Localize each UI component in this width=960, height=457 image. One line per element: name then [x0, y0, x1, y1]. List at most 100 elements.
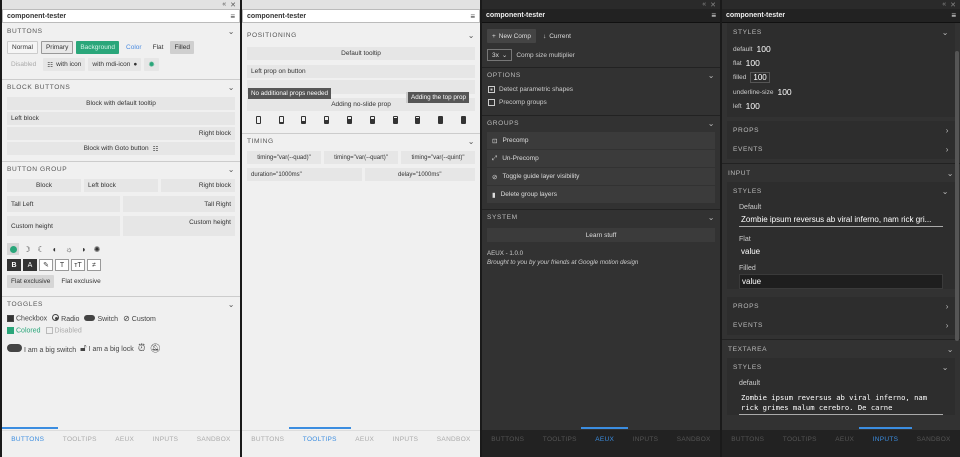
menu-icon[interactable]: ≡	[230, 12, 235, 21]
new-comp-button[interactable]: + New Comp	[487, 29, 536, 43]
flat-exclusive-button-2[interactable]: Flat exclusive	[57, 275, 104, 288]
section-header-timing[interactable]: TIMING ⌄	[242, 133, 480, 149]
close-icon[interactable]: ✕	[710, 1, 716, 9]
timing-quad-button[interactable]: timing="var(--quad)"	[247, 151, 321, 164]
tab-sandbox[interactable]: SANDBOX	[435, 432, 473, 447]
scrollbar[interactable]	[955, 51, 959, 341]
tall-left-button[interactable]: Tall Left	[7, 196, 120, 212]
detect-shapes-checkbox[interactable]: Detect parametric shapes	[482, 83, 720, 96]
big-switch-toggle[interactable]: I am a big switch	[7, 343, 76, 354]
section-header-buttons[interactable]: BUTTONS ⌄	[2, 23, 240, 39]
right-block-button[interactable]: Right block	[7, 127, 235, 140]
timing-quint-button[interactable]: timing="var(--quint)"	[401, 151, 475, 164]
background-button[interactable]: Background	[76, 41, 120, 54]
custom-height-right-button[interactable]: Custom height	[122, 216, 235, 236]
color-button[interactable]: Color	[122, 41, 146, 54]
filled-button[interactable]: Filled	[170, 41, 194, 54]
text-height-icon[interactable]: тT	[71, 259, 85, 271]
collapse-icon[interactable]: «	[222, 1, 226, 8]
colored-toggle[interactable]: Colored	[7, 327, 41, 334]
tall-right-button[interactable]: Tall Right	[122, 196, 235, 212]
battery-10-icon[interactable]	[278, 116, 284, 124]
brightness-icon[interactable]: ☼	[63, 243, 75, 255]
delete-group-layers-button[interactable]: ▮ Delete group layers	[487, 186, 715, 203]
precomp-button[interactable]: ⊡ Precomp	[487, 132, 715, 149]
section-header-input[interactable]: INPUT ⌄	[722, 163, 960, 182]
section-header-textarea-styles[interactable]: STYLES ⌄	[727, 358, 955, 377]
toggle-guide-button[interactable]: ⊘ Toggle guide layer visibility	[487, 168, 715, 185]
tab-tooltips[interactable]: TOOLTIPS	[61, 432, 99, 447]
checkbox-toggle[interactable]: Checkbox	[7, 314, 47, 322]
settings-icon[interactable]: ✺	[91, 243, 103, 255]
mdi-icon-button[interactable]: with mdi-icon ●	[88, 58, 142, 71]
style-value[interactable]: 100	[746, 101, 760, 111]
tab-tooltips[interactable]: TOOLTIPS	[288, 427, 351, 447]
tab-aeux[interactable]: AEUX	[581, 426, 629, 447]
battery-50-icon[interactable]	[347, 116, 353, 124]
tab-sandbox[interactable]: SANDBOX	[195, 432, 233, 447]
group-block-button[interactable]: Block	[7, 179, 81, 192]
section-header-options[interactable]: OPTIONS ⌄	[482, 67, 720, 83]
tab-aeux[interactable]: AEUX	[113, 432, 136, 447]
tab-buttons[interactable]: BUTTONS	[489, 432, 526, 447]
section-header-input-props[interactable]: PROPS ›	[727, 297, 955, 316]
tab-aeux[interactable]: AEUX	[833, 432, 856, 447]
radio-toggle[interactable]: Radio	[52, 314, 79, 323]
section-header-block-buttons[interactable]: BLOCK BUTTONS ⌄	[2, 79, 240, 95]
section-header-input-events[interactable]: EVENTS ›	[727, 316, 955, 335]
input-filled-field[interactable]: value	[739, 274, 943, 289]
menu-icon[interactable]: ≡	[470, 12, 475, 21]
battery-70-icon[interactable]	[392, 116, 398, 124]
section-header-groups[interactable]: GROUPS ⌄	[482, 115, 720, 131]
textarea-default-field[interactable]: Zombie ipsum reversus ab viral inferno, …	[739, 391, 943, 415]
half-circle-icon[interactable]: ◑	[77, 243, 89, 255]
menu-icon[interactable]: ≡	[951, 11, 956, 20]
gear-button[interactable]: ✹	[144, 58, 159, 71]
tab-buttons[interactable]: BUTTONS	[729, 432, 766, 447]
section-header-styles[interactable]: STYLES ⌄	[727, 23, 955, 42]
style-value[interactable]: 100	[757, 44, 771, 54]
strikethrough-icon[interactable]: ≠	[87, 259, 101, 271]
moon-outline-icon[interactable]: ☾	[35, 243, 47, 255]
flat-exclusive-button-1[interactable]: Flat exclusive	[7, 275, 55, 288]
format-title-icon[interactable]: T	[55, 259, 69, 271]
close-icon[interactable]: ✕	[950, 1, 956, 9]
group-right-block-button[interactable]: Right block	[161, 179, 235, 192]
timing-quart-button[interactable]: timing="var(--quart)"	[324, 151, 398, 164]
tab-inputs[interactable]: INPUTS	[858, 426, 912, 447]
contrast-icon[interactable]: ◐	[49, 243, 61, 255]
close-icon[interactable]: ✕	[230, 1, 236, 9]
section-header-textarea[interactable]: TEXTAREA ⌄	[722, 339, 960, 358]
battery-60-icon[interactable]	[369, 116, 375, 124]
section-header-toggles[interactable]: TOGGLES ⌄	[2, 296, 240, 312]
alarm-icon[interactable]: ⏰︎	[138, 343, 146, 354]
flat-button[interactable]: Flat	[149, 41, 168, 54]
menu-icon[interactable]: ≡	[711, 11, 716, 20]
custom-toggle[interactable]: ⊘ Custom	[123, 314, 156, 323]
style-value[interactable]: 100	[777, 87, 791, 97]
tab-buttons[interactable]: BUTTONS	[2, 427, 59, 447]
duration-button[interactable]: duration="1000ms"	[247, 168, 362, 181]
bell-off-icon[interactable]: 🔕︎	[150, 343, 161, 354]
battery-20-icon[interactable]	[301, 116, 307, 124]
left-block-button[interactable]: Left block	[7, 112, 235, 125]
tab-inputs[interactable]: INPUTS	[391, 432, 421, 447]
delay-button[interactable]: delay="1000ms"	[364, 168, 475, 181]
style-value[interactable]: 100	[746, 58, 760, 68]
collapse-icon[interactable]: «	[702, 1, 706, 8]
section-header-events[interactable]: EVENTS ›	[727, 140, 955, 159]
circle-filled-icon[interactable]	[7, 243, 19, 255]
un-precomp-button[interactable]: ⤢ Un-Precomp	[487, 150, 715, 167]
primary-button[interactable]: Primary	[40, 41, 74, 54]
battery-outline-icon[interactable]	[255, 116, 261, 124]
normal-button[interactable]: Normal	[7, 41, 38, 54]
tab-sandbox[interactable]: SANDBOX	[675, 432, 713, 447]
section-header-props[interactable]: PROPS ›	[727, 121, 955, 140]
bold-button[interactable]: B	[7, 259, 21, 271]
tab-aeux[interactable]: AEUX	[353, 432, 376, 447]
pen-icon[interactable]: ✎	[39, 259, 53, 271]
section-header-input-styles[interactable]: STYLES ⌄	[727, 182, 955, 201]
battery-90-icon[interactable]	[438, 116, 444, 124]
tab-inputs[interactable]: INPUTS	[151, 432, 181, 447]
text-a-button[interactable]: A	[23, 259, 37, 271]
